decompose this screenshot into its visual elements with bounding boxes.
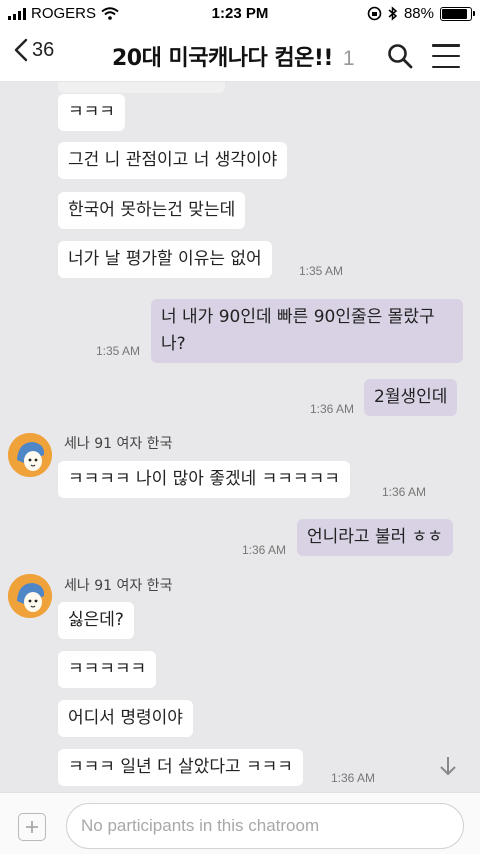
unread-count: 36 [32,38,55,61]
avatar[interactable] [8,574,52,618]
my-message-bubble[interactable]: 언니라고 불러 ㅎㅎ [297,519,453,556]
message-bubble[interactable]: ㅋㅋㅋ [58,94,125,131]
composer: No participants in this chatroom [0,792,480,854]
message-bubble[interactable]: 한국어 못하는건 맞는데 [58,192,246,229]
search-icon [388,44,413,69]
member-count: 1 [342,47,355,70]
message-bubble[interactable]: ㅋㅋㅋㅋ 나이 많아 좋겠네 ㅋㅋㅋㅋㅋ [58,461,350,498]
message-time: 1:35 AM [299,264,344,278]
message-bubble[interactable]: ㅋㅋㅋㅋㅋ [58,651,157,688]
message-time: 1:36 AM [242,543,287,557]
message-bubble: 그건 니 맞제라 이 가 [58,82,225,93]
status-right: 88% [367,5,475,22]
message-list[interactable]: 그건 니 맞제라 이 가 ㅋㅋㅋ 그건 니 관점이고 너 생각이야 한국어 못하… [0,82,480,792]
battery-percent: 88% [403,5,434,22]
arrow-down-icon [440,757,456,776]
message-time: 1:36 AM [382,485,427,499]
chat-title: 20대 미국캐나다 컴온!! [112,46,333,71]
chat-header: 36 20대 미국캐나다 컴온!! 1 [0,28,480,82]
message-bubble[interactable]: 그건 니 관점이고 너 생각이야 [58,142,288,179]
menu-button[interactable] [432,44,460,68]
message-bubble[interactable]: 어디서 명령이야 [58,700,193,737]
avatar[interactable] [8,433,52,477]
message-bubble[interactable]: 너가 날 평가할 이유는 없어 [58,241,272,278]
chevron-left-icon [14,38,28,62]
sender-name: 세나 91 여자 한국 [64,578,173,594]
bluetooth-icon [388,6,398,21]
battery-icon [440,6,475,21]
message-time: 1:36 AM [331,771,376,785]
plus-icon [26,821,38,833]
my-message-bubble[interactable]: 2월생인데 [364,379,458,416]
message-time: 1:36 AM [310,402,355,416]
message-input[interactable]: No participants in this chatroom [66,803,464,849]
status-bar: ROGERS 1:23 PM 88% [0,0,480,28]
search-button[interactable] [386,42,414,70]
rotation-lock-icon [367,6,382,21]
message-bubble[interactable]: ㅋㅋㅋ 일년 더 살았다고 ㅋㅋㅋ [58,749,303,786]
attach-button[interactable] [18,813,46,841]
character-avatar-icon [8,574,52,618]
hamburger-menu-icon [432,44,460,47]
character-avatar-icon [8,433,52,477]
scroll-down-button[interactable] [430,748,466,784]
back-button[interactable]: 36 [14,38,54,62]
message-bubble[interactable]: 싫은데? [58,602,134,639]
sender-name: 세나 91 여자 한국 [64,436,173,452]
my-message-bubble[interactable]: 너 내가 90인데 빠른 90인줄은 몰랐구나? [151,299,463,363]
message-time: 1:35 AM [96,344,141,358]
title-group: 20대 미국캐나다 컴온!! 1 [112,40,355,72]
